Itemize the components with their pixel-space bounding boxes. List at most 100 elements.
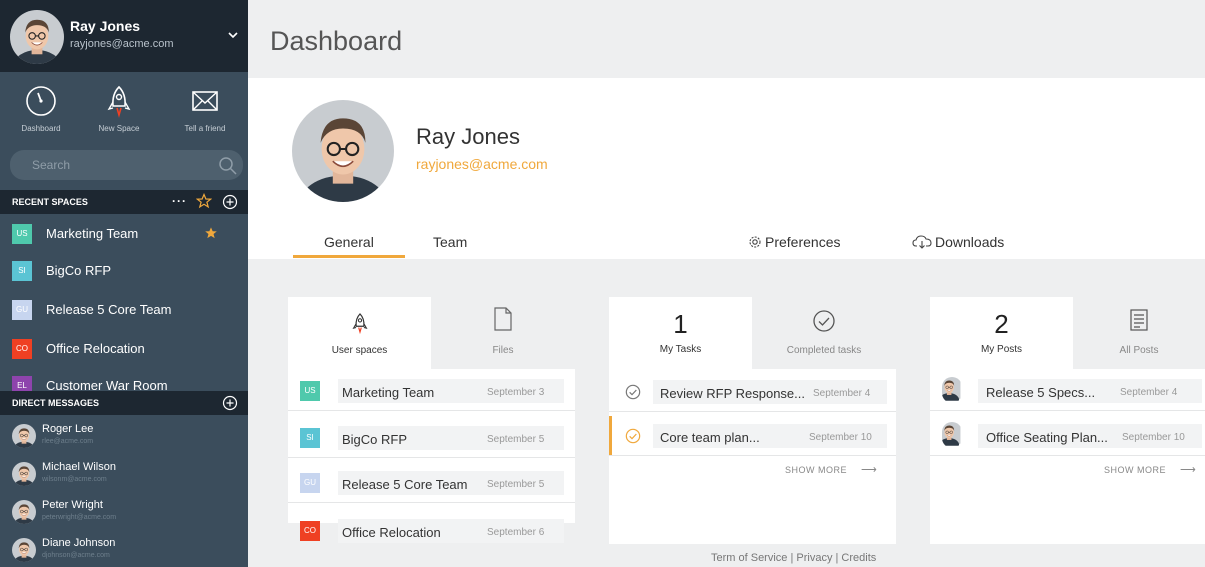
task-item[interactable]: Review RFP Response... September 4	[609, 372, 896, 412]
star-outline-icon[interactable]	[196, 193, 212, 209]
tell-a-friend-button[interactable]: Tell a friend	[170, 84, 240, 133]
dashboard-button[interactable]: Dashboard	[6, 84, 76, 133]
check-circle-icon[interactable]	[625, 428, 641, 444]
dm-name: Roger Lee	[42, 423, 94, 435]
dm-name: Michael Wilson	[42, 461, 116, 473]
tab-downloads[interactable]: Downloads	[912, 234, 1004, 250]
show-more-posts-link[interactable]: SHOW MORE ⟶	[1104, 463, 1196, 476]
footer-links[interactable]: Term of Service | Privacy | Credits	[711, 552, 876, 564]
tab-my-posts[interactable]: 2 My Posts	[930, 297, 1073, 369]
avatar	[12, 500, 36, 524]
item-name: Office Seating Plan...	[986, 430, 1108, 445]
tab-team[interactable]: Team	[433, 234, 467, 250]
check-circle-icon[interactable]	[625, 384, 641, 400]
list-item[interactable]: US Marketing Team September 3	[288, 371, 575, 411]
item-name: Core team plan...	[660, 430, 760, 445]
avatar	[12, 424, 36, 448]
rocket-icon	[107, 85, 131, 118]
list-item[interactable]: SI BigCo RFP September 5	[288, 418, 575, 458]
tell-a-friend-label: Tell a friend	[184, 124, 226, 133]
tab-general[interactable]: General	[324, 234, 374, 250]
tab-user-spaces[interactable]: User spaces	[288, 297, 431, 369]
direct-messages-title: DIRECT MESSAGES	[12, 398, 100, 408]
profile-avatar	[292, 100, 394, 202]
avatar	[942, 377, 962, 403]
dm-name: Diane Johnson	[42, 537, 116, 549]
space-badge: SI	[12, 261, 32, 281]
direct-messages-header: DIRECT MESSAGES	[0, 391, 248, 415]
list-item[interactable]: CO Office Relocation September 6	[288, 511, 575, 551]
tab-all-posts[interactable]: All Posts	[1073, 297, 1205, 369]
space-badge: US	[300, 381, 320, 401]
document-list-icon	[1130, 309, 1148, 331]
tab-user-spaces-label: User spaces	[331, 345, 388, 356]
space-badge: SI	[300, 428, 320, 448]
item-date: September 5	[487, 479, 545, 490]
check-circle-icon	[813, 310, 835, 332]
envelope-icon	[192, 91, 218, 111]
item-date: September 3	[487, 387, 545, 398]
tab-downloads-label: Downloads	[935, 234, 1005, 250]
posts-card: 2 My Posts All Posts Release 5 Specs... …	[930, 297, 1205, 544]
dm-email: wilsonm@acme.com	[42, 476, 107, 483]
tab-preferences-label: Preferences	[765, 234, 841, 250]
tasks-card: 1 My Tasks Completed tasks Review RFP Re…	[609, 297, 896, 544]
search-input[interactable]	[32, 157, 202, 173]
dm-email: peterwright@acme.com	[42, 514, 117, 521]
avatar	[942, 422, 962, 448]
user-spaces-card: User spaces Files US Marketing Team Sept…	[288, 297, 575, 543]
page-title: Dashboard	[270, 26, 403, 56]
chevron-down-icon[interactable]	[226, 30, 240, 40]
new-space-button[interactable]: New Space	[84, 84, 154, 133]
user-menu[interactable]: Ray Jones rayjones@acme.com	[0, 0, 248, 72]
search-bar	[10, 150, 243, 180]
dm-item-diane-johnson[interactable]: Diane Johnson djohnson@acme.com	[0, 532, 248, 567]
post-item[interactable]: Office Seating Plan... September 10	[930, 416, 1205, 456]
item-date: September 5	[487, 434, 545, 445]
tab-files[interactable]: Files	[431, 297, 575, 369]
arrow-right-icon: ⟶	[861, 464, 878, 476]
tab-my-tasks-label: My Tasks	[659, 344, 702, 355]
search-icon[interactable]	[218, 156, 238, 176]
file-icon	[494, 307, 512, 331]
item-date: September 10	[1122, 432, 1185, 443]
item-date: September 6	[487, 527, 545, 538]
dm-item-roger-lee[interactable]: Roger Lee rlee@acme.com	[0, 418, 248, 456]
arrow-right-icon: ⟶	[1180, 464, 1197, 476]
show-more-tasks-link[interactable]: SHOW MORE ⟶	[785, 463, 877, 476]
tab-my-tasks[interactable]: 1 My Tasks	[609, 297, 752, 369]
space-badge: GU	[12, 300, 32, 320]
sidebar-item-release-5-core-team[interactable]: GU Release 5 Core Team	[0, 290, 248, 328]
item-name: Marketing Team	[342, 385, 435, 400]
avatar	[12, 538, 36, 562]
add-message-icon[interactable]	[222, 395, 238, 411]
dashboard-label: Dashboard	[21, 124, 61, 133]
task-item[interactable]: Core team plan... September 10	[609, 416, 896, 456]
item-date: September 4	[813, 388, 871, 399]
recent-spaces-title: RECENT SPACES	[12, 197, 88, 207]
item-name: Release 5 Specs...	[986, 385, 1096, 400]
sidebar-item-bigco-rfp[interactable]: SI BigCo RFP	[0, 251, 248, 289]
add-space-icon[interactable]	[222, 194, 238, 210]
more-icon[interactable]: ···	[172, 194, 187, 208]
item-name: Office Relocation	[342, 525, 441, 540]
dm-item-michael-wilson[interactable]: Michael Wilson wilsonm@acme.com	[0, 456, 248, 494]
tab-files-label: Files	[492, 345, 514, 356]
show-more-label: SHOW MORE	[785, 465, 847, 475]
space-badge: GU	[300, 473, 320, 493]
sidebar-item-marketing-team[interactable]: US Marketing Team	[0, 214, 248, 252]
profile-header: Ray Jones rayjones@acme.com General Team…	[248, 78, 1205, 259]
dm-email: rlee@acme.com	[42, 438, 94, 445]
show-more-label: SHOW MORE	[1104, 465, 1166, 475]
star-filled-icon[interactable]	[204, 226, 218, 240]
dm-item-peter-wright[interactable]: Peter Wright peterwright@acme.com	[0, 494, 248, 532]
profile-email[interactable]: rayjones@acme.com	[416, 156, 548, 172]
cloud-download-icon	[912, 235, 932, 249]
sidebar-item-office-relocation[interactable]: CO Office Relocation	[0, 329, 248, 367]
post-item[interactable]: Release 5 Specs... September 4	[930, 371, 1205, 411]
rocket-icon	[351, 313, 368, 335]
tab-preferences[interactable]: Preferences	[748, 234, 840, 250]
list-item[interactable]: GU Release 5 Core Team September 5	[288, 463, 575, 503]
user-email: rayjones@acme.com	[70, 38, 174, 50]
tab-completed-tasks[interactable]: Completed tasks	[752, 297, 896, 369]
